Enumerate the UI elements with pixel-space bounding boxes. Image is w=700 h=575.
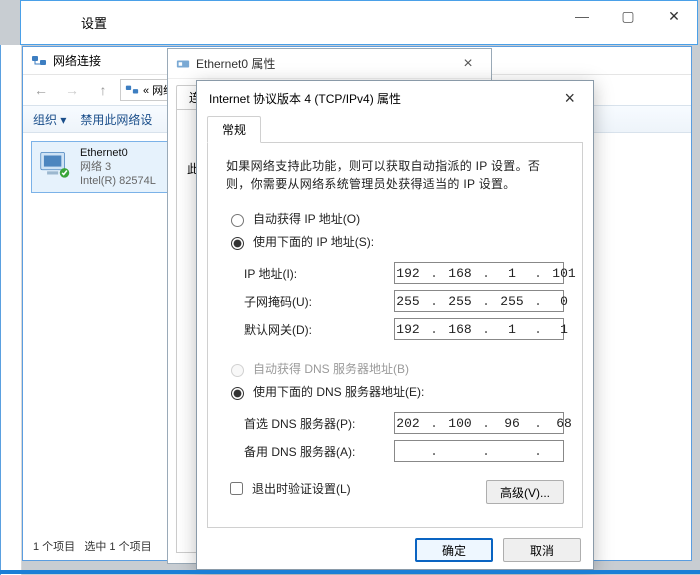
radio-auto-ip[interactable]: 自动获得 IP 地址(O) xyxy=(226,207,564,230)
up-button[interactable]: ↑ xyxy=(89,78,117,102)
advanced-button[interactable]: 高级(V)... xyxy=(486,480,564,504)
input-dns2[interactable]: ... xyxy=(394,440,564,462)
taskbar-edge xyxy=(0,570,700,574)
label-dns2: 备用 DNS 服务器(A): xyxy=(244,443,394,460)
adapter-network: 网络 3 xyxy=(80,160,156,174)
input-mask[interactable]: 255.255.255.0 xyxy=(394,290,564,312)
selected-count: 选中 1 个项目 xyxy=(84,541,151,553)
adapter-item[interactable]: Ethernet0 网络 3 Intel(R) 82574L xyxy=(31,141,181,193)
disable-device-menu[interactable]: 禁用此网络设 xyxy=(80,111,152,128)
minimize-button[interactable]: — xyxy=(559,1,605,31)
input-dns1[interactable]: 202.100.96.68 xyxy=(394,412,564,434)
radio-use-dns[interactable]: 使用下面的 DNS 服务器地址(E): xyxy=(226,380,564,403)
cancel-button[interactable]: 取消 xyxy=(503,538,581,562)
network-icon xyxy=(31,53,47,69)
settings-window: 设置 — ▢ ✕ xyxy=(20,0,698,45)
ipv4-description: 如果网络支持此功能，则可以获取自动指派的 IP 设置。否则，你需要从网络系统管理… xyxy=(226,157,564,193)
close-button[interactable]: × xyxy=(453,55,483,73)
close-button[interactable]: × xyxy=(558,86,581,111)
settings-sidebar-strip xyxy=(0,45,22,575)
label-dns1: 首选 DNS 服务器(P): xyxy=(244,415,394,432)
forward-button[interactable]: → xyxy=(58,78,86,102)
adapter-device: Intel(R) 82574L xyxy=(80,174,156,188)
label-mask: 子网掩码(U): xyxy=(244,293,394,310)
tab-general[interactable]: 常规 xyxy=(207,116,261,143)
label-gw: 默认网关(D): xyxy=(244,321,394,338)
radio-use-ip[interactable]: 使用下面的 IP 地址(S): xyxy=(226,230,564,253)
radio-auto-dns: 自动获得 DNS 服务器地址(B) xyxy=(226,357,564,380)
netc-title-text: 网络连接 xyxy=(53,52,101,69)
adapter-icon xyxy=(36,146,74,184)
label-ip: IP 地址(I): xyxy=(244,265,394,282)
item-count: 1 个项目 xyxy=(33,541,75,553)
label-validate: 退出时验证设置(L) xyxy=(252,480,351,497)
adapter-name: Ethernet0 xyxy=(80,146,156,160)
close-button[interactable]: ✕ xyxy=(651,1,697,31)
window-controls: — ▢ ✕ xyxy=(559,1,697,31)
input-ip[interactable]: 192.168.1.101 xyxy=(394,262,564,284)
status-bar: 1 个项目 选中 1 个项目 xyxy=(33,538,152,554)
input-gateway[interactable]: 192.168.1.1 xyxy=(394,318,564,340)
ok-button[interactable]: 确定 xyxy=(415,538,493,562)
settings-title: 设置 xyxy=(81,13,107,32)
back-button[interactable]: ← xyxy=(27,78,55,102)
eth-title: Ethernet0 属性 xyxy=(196,55,275,72)
nic-icon xyxy=(176,57,190,71)
checkbox-validate[interactable] xyxy=(230,482,243,495)
organize-menu[interactable]: 组织 ▾ xyxy=(33,111,66,128)
maximize-button[interactable]: ▢ xyxy=(605,1,651,31)
ipv4-title: Internet 协议版本 4 (TCP/IPv4) 属性 xyxy=(209,90,401,107)
network-icon xyxy=(125,83,139,97)
ipv4-properties-dialog: Internet 协议版本 4 (TCP/IPv4) 属性 × 常规 如果网络支… xyxy=(196,80,594,570)
